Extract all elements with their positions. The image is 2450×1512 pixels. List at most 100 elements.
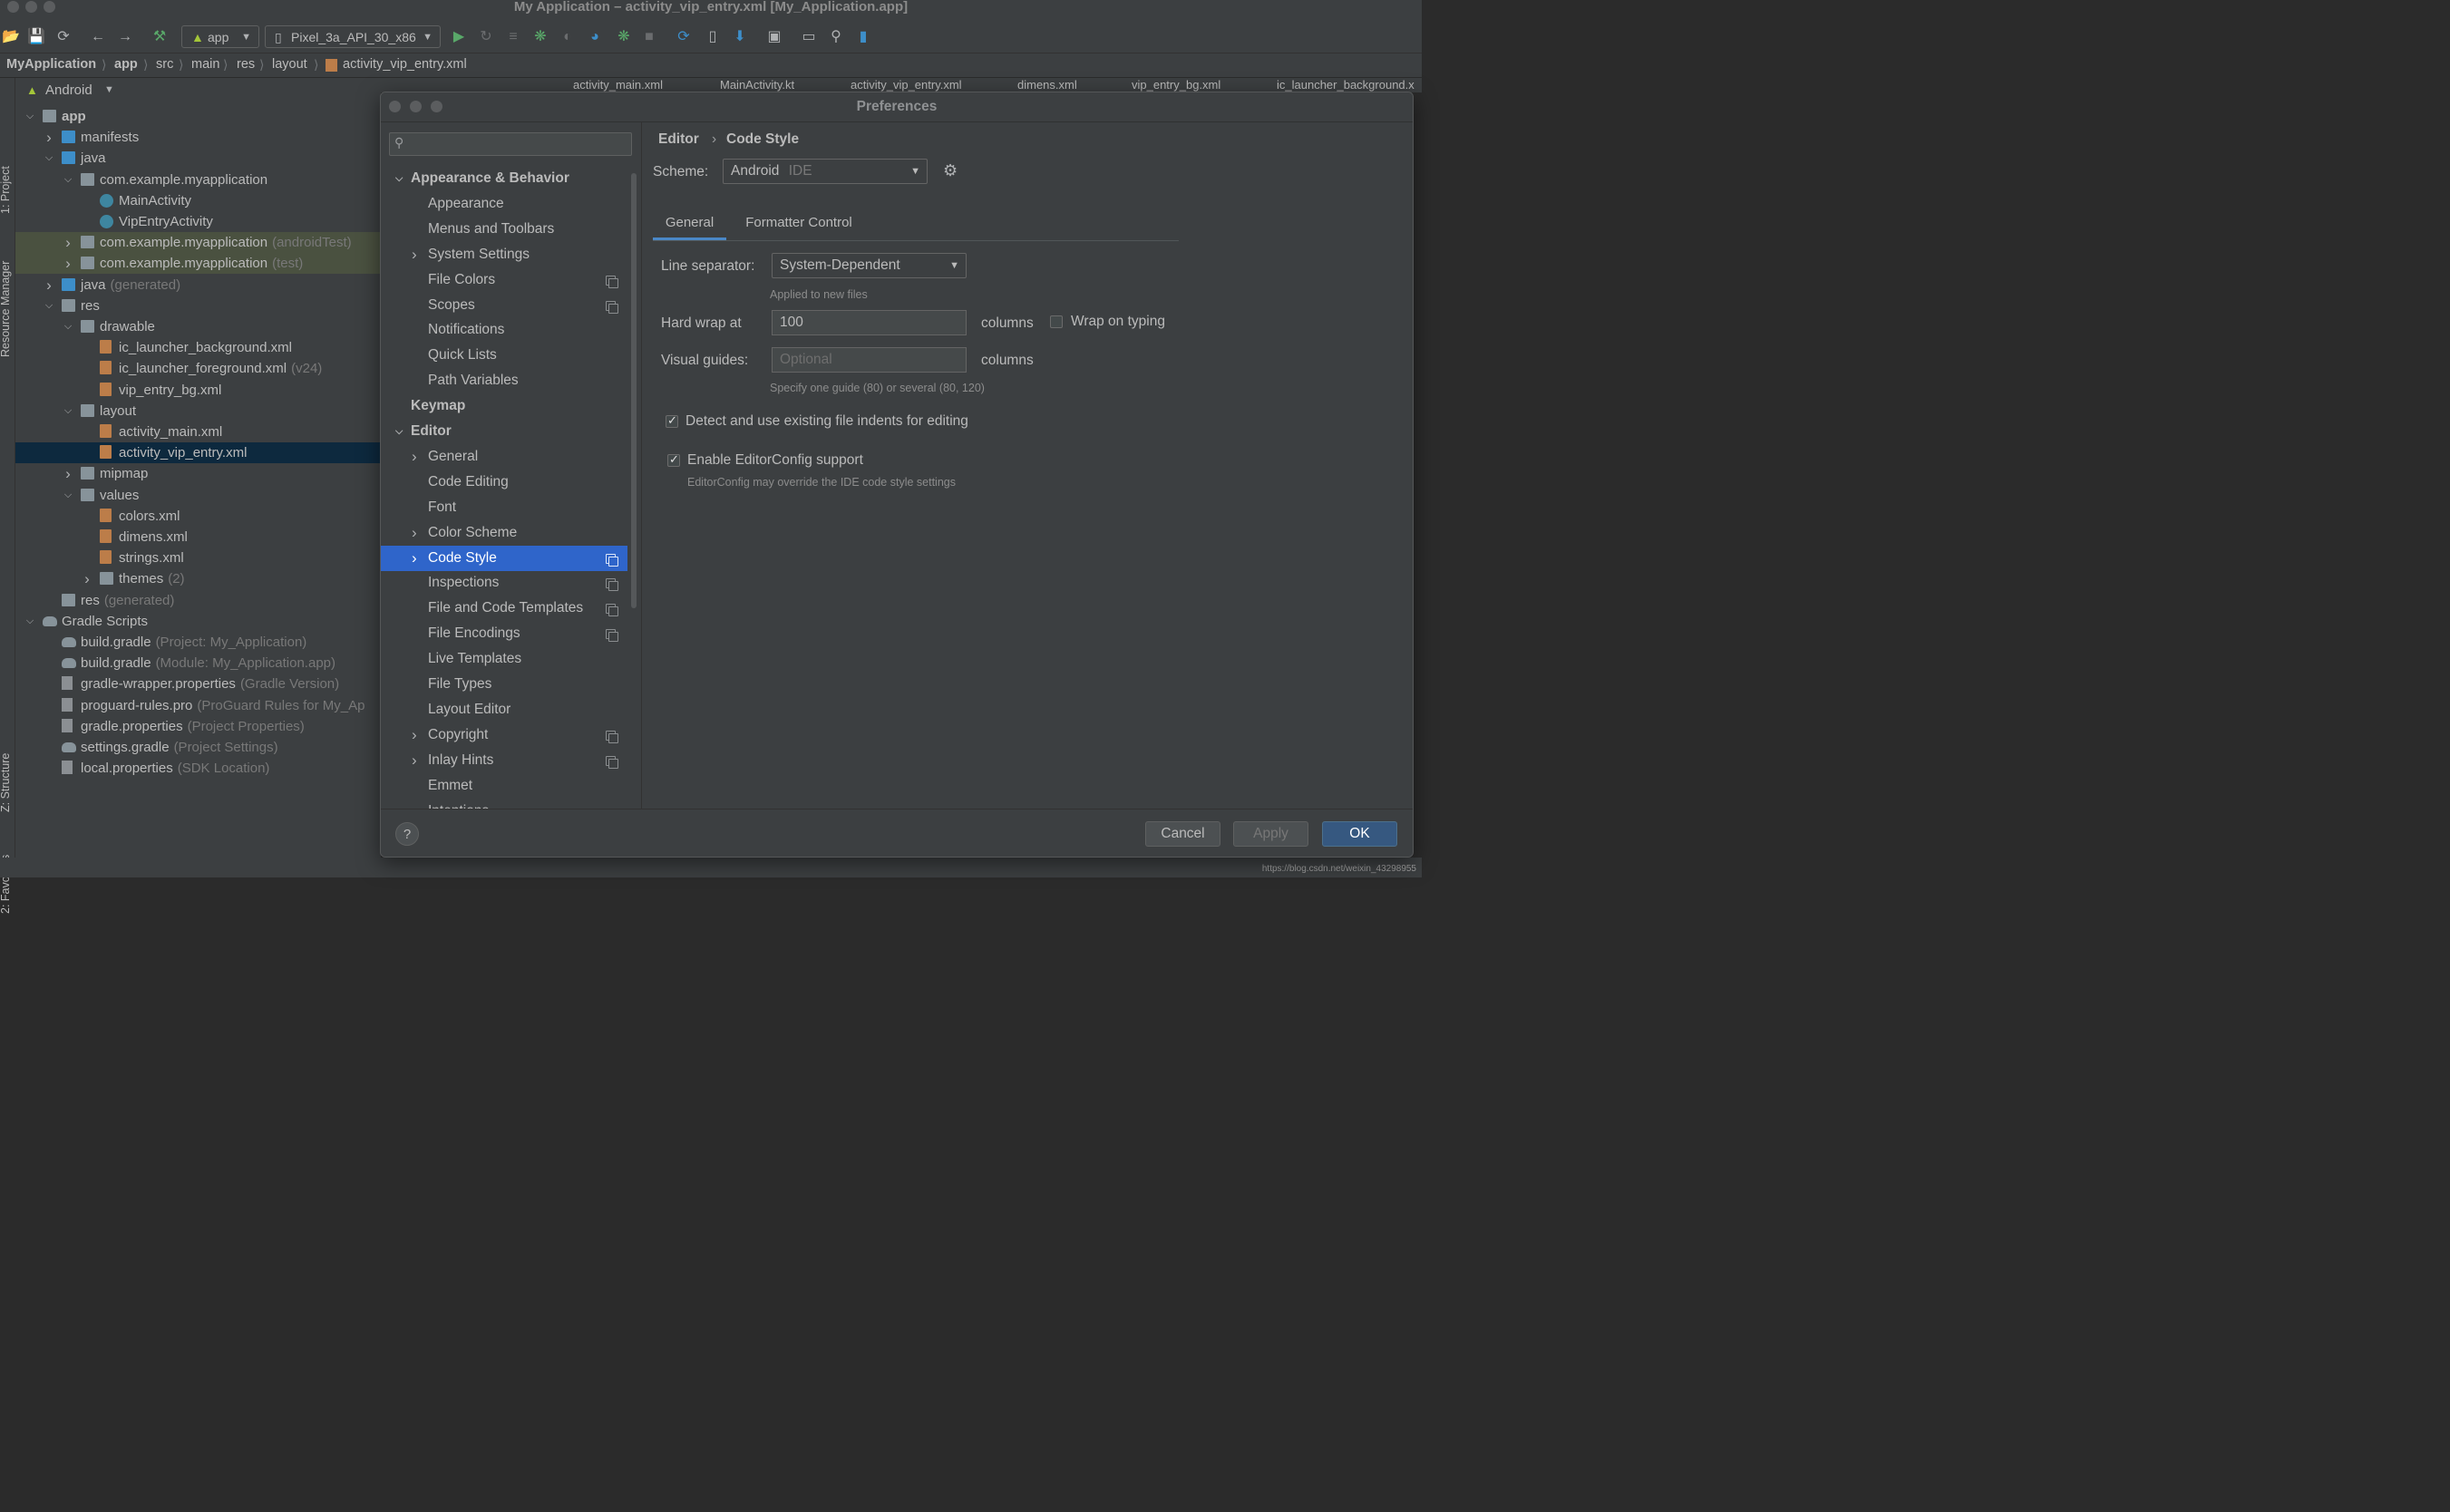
settings-item[interactable]: Emmet [381,773,627,799]
device-select[interactable]: ▯ Pixel_3a_API_30_x86 ▼ [265,25,441,48]
editor-tab[interactable]: activity_main.xml [573,78,663,92]
project-tool-tab[interactable]: 1: Project [0,166,12,214]
settings-item[interactable]: › Code Style [381,545,627,571]
chevron-down-icon[interactable]: ⌵ [44,148,54,169]
detect-indents-checkbox[interactable] [666,413,678,428]
tab-formatter-control[interactable]: Formatter Control [740,209,858,240]
settings-item[interactable]: ⌵ Editor [381,419,627,444]
tree-item[interactable]: ⌵ app [15,106,381,127]
debug-icon[interactable]: ❋ [530,26,551,48]
line-separator-select[interactable]: System-Dependent ▼ [772,253,967,278]
settings-item[interactable]: › System Settings [381,242,627,267]
tree-item[interactable]: colors.xml [15,506,381,527]
settings-item[interactable]: › Color Scheme [381,520,627,546]
settings-item[interactable]: › General [381,444,627,470]
tree-item[interactable]: › com.example.myapplication (androidTest) [15,232,381,254]
chevron-down-icon[interactable]: ⌵ [63,170,73,190]
tree-item[interactable]: strings.xml [15,548,381,568]
chevron-down-icon[interactable]: ⌵ [395,419,403,444]
rerun-icon[interactable]: ↻ [475,26,497,48]
tree-item[interactable]: build.gradle (Project: My_Application) [15,632,381,653]
tree-item[interactable]: ⌵ java [15,148,381,169]
tree-item[interactable]: proguard-rules.pro (ProGuard Rules for My… [15,695,381,716]
build-hammer-icon[interactable]: ⚒ [149,26,170,48]
settings-item[interactable]: Inspections [381,570,627,596]
breadcrumb-item[interactable]: activity_vip_entry.xml [343,53,467,76]
breadcrumb-item[interactable]: src [156,53,173,76]
settings-item[interactable]: Live Templates [381,646,627,672]
stop-icon[interactable]: ■ [638,26,660,48]
profiler-icon[interactable]: ◕ [584,26,606,48]
chevron-right-icon[interactable]: › [63,232,73,253]
scheme-select[interactable]: Android IDE ▼ [723,159,928,184]
sync-icon[interactable]: ⟳ [53,26,74,48]
gear-icon[interactable]: ⚙ [943,161,958,180]
editorconfig-label[interactable]: Enable EditorConfig support [687,452,863,469]
settings-item[interactable]: ⌵ Appearance & Behavior [381,166,627,191]
project-view-mode[interactable]: Android [45,82,92,98]
chevron-right-icon[interactable]: › [412,546,417,571]
settings-item[interactable]: Code Editing [381,470,627,495]
settings-item[interactable]: Scopes [381,293,627,318]
editor-tab[interactable]: MainActivity.kt [720,78,794,92]
breadcrumb-item[interactable]: res [237,53,255,76]
ok-button[interactable]: OK [1322,821,1397,847]
run-config-select[interactable]: ▲ app ▼ [181,25,259,48]
settings-item[interactable]: Notifications [381,317,627,343]
wrap-on-typing-label[interactable]: Wrap on typing [1071,314,1165,330]
run-icon[interactable]: ▶ [448,26,470,48]
chevron-down-icon[interactable]: ⌵ [63,316,73,337]
visual-guides-input[interactable]: Optional [772,347,967,373]
tree-item[interactable]: ⌵ values [15,485,381,506]
chevron-down-icon[interactable]: ⌵ [63,401,73,422]
settings-item[interactable]: Font [381,495,627,520]
settings-item[interactable]: File Types [381,672,627,697]
tree-item[interactable]: dimens.xml [15,527,381,548]
editor-tab[interactable]: vip_entry_bg.xml [1132,78,1220,92]
chevron-down-icon[interactable]: ▼ [104,84,114,95]
chevron-right-icon[interactable]: › [412,242,417,267]
editor-tab[interactable]: dimens.xml [1017,78,1077,92]
tree-item[interactable]: activity_vip_entry.xml [15,442,381,464]
chevron-down-icon[interactable]: ⌵ [44,296,54,316]
settings-item[interactable]: Appearance [381,191,627,217]
settings-item[interactable]: Layout Editor [381,697,627,722]
tree-item[interactable]: ic_launcher_foreground.xml (v24) [15,358,381,379]
resource-manager-tool-tab[interactable]: Resource Manager [0,261,12,357]
tree-item[interactable]: local.properties (SDK Location) [15,758,381,779]
settings-item[interactable]: Menus and Toolbars [381,217,627,242]
help-button[interactable]: ? [395,822,419,846]
editor-tab[interactable]: ic_launcher_background.x [1277,78,1415,92]
settings-item[interactable]: File Encodings [381,621,627,646]
chevron-right-icon[interactable]: › [44,127,54,148]
wrap-on-typing-checkbox[interactable] [1050,315,1063,328]
apply-button[interactable]: Apply [1233,821,1308,847]
chevron-down-icon[interactable]: ⌵ [24,611,35,632]
settings-item[interactable]: Keymap [381,393,627,419]
tree-item[interactable]: ⌵ layout [15,401,381,422]
chevron-right-icon[interactable]: › [412,748,417,773]
settings-item[interactable]: Intentions [381,799,627,809]
tab-general[interactable]: General [653,209,726,240]
settings-search-input[interactable]: ⚲ [389,132,632,156]
avd-manager-icon[interactable]: ▯ [702,26,724,48]
apply-changes-icon[interactable]: ❋ [613,26,635,48]
breadcrumb-item[interactable]: app [114,53,138,76]
chevron-down-icon[interactable]: ⌵ [24,106,35,127]
sdk-manager-icon[interactable]: ⬇ [729,26,751,48]
tree-item[interactable]: › mipmap [15,463,381,484]
plugin-icon[interactable]: ▮ [852,26,874,48]
chevron-right-icon[interactable]: › [44,275,54,296]
cancel-button[interactable]: Cancel [1145,821,1220,847]
back-icon[interactable]: ← [87,26,109,48]
detect-indents-label[interactable]: Detect and use existing file indents for… [685,413,968,430]
tree-item[interactable]: VipEntryActivity [15,211,381,232]
structure-tool-tab[interactable]: Z: Structure [0,753,12,812]
tree-item[interactable]: gradle.properties (Project Properties) [15,716,381,737]
tree-item[interactable]: gradle-wrapper.properties (Gradle Version… [15,674,381,694]
chevron-down-icon[interactable]: ⌵ [395,166,403,191]
tree-item[interactable]: ⌵ drawable [15,316,381,337]
search-icon[interactable]: ⚲ [825,26,847,48]
terminal-icon[interactable]: ▭ [798,26,820,48]
settings-item[interactable]: File and Code Templates [381,596,627,621]
